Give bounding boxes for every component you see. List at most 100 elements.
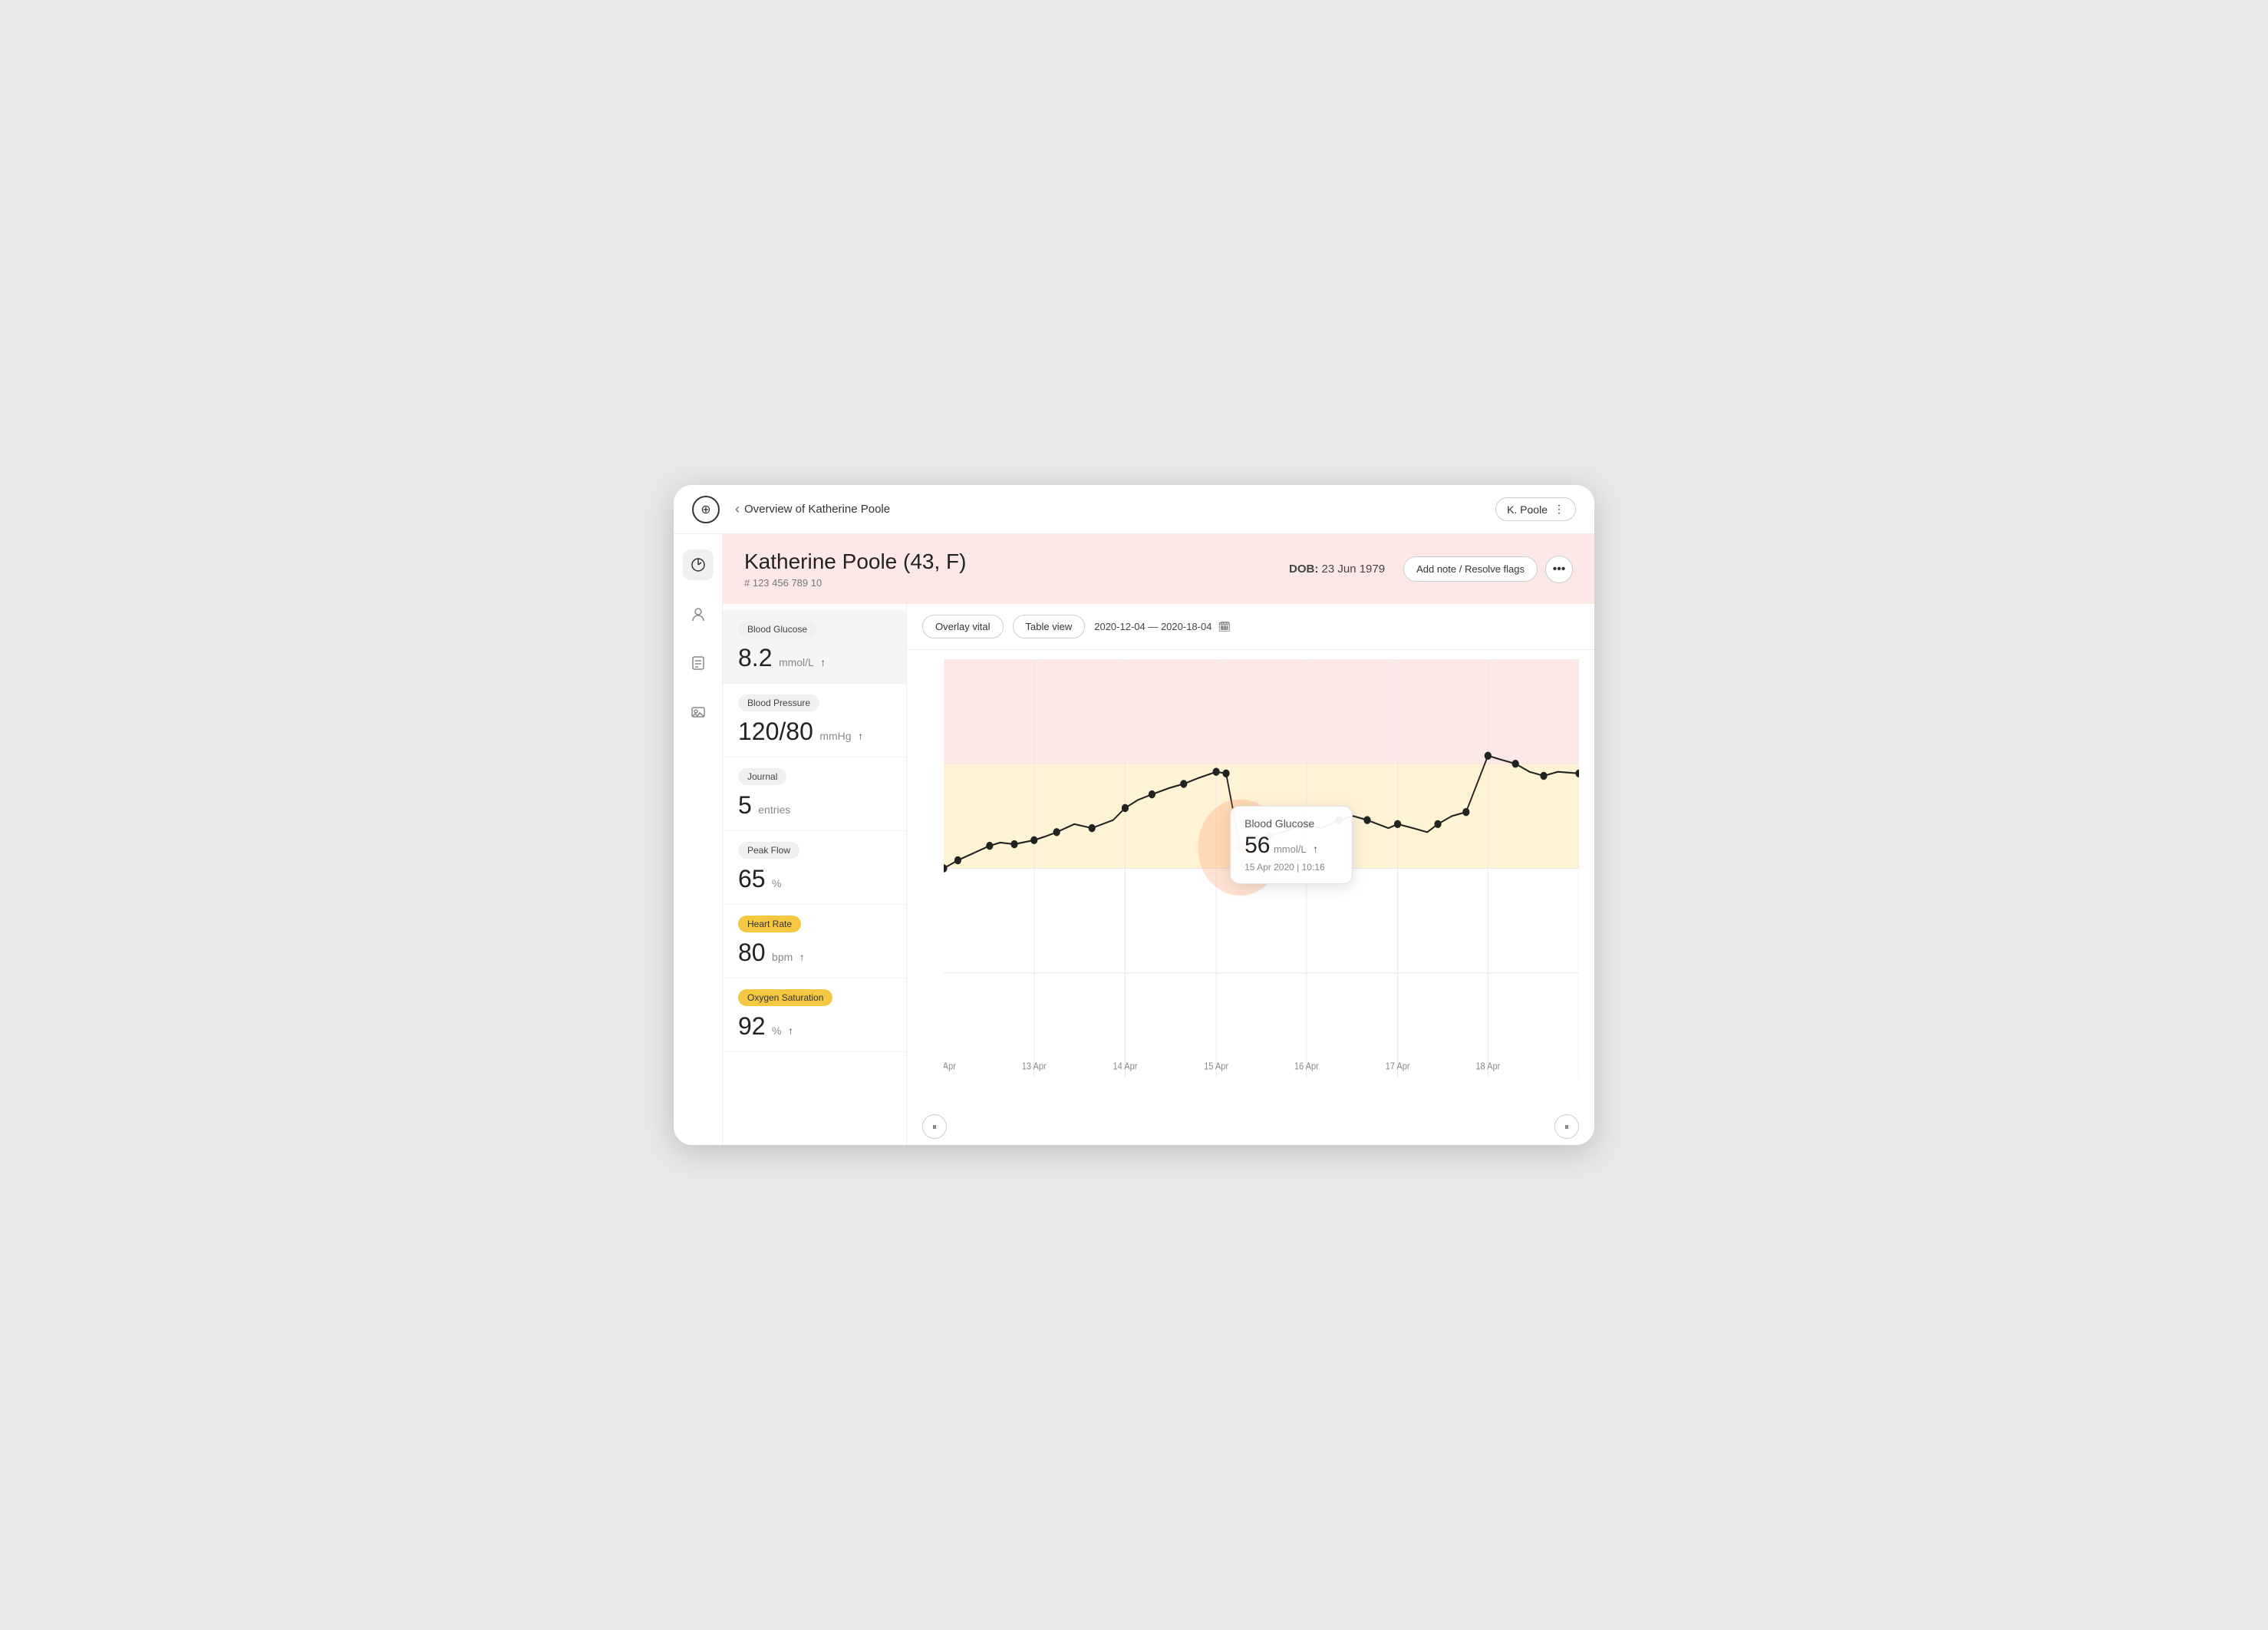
- metric-tag: Peak Flow: [738, 842, 799, 859]
- metric-item-heart-rate[interactable]: Heart Rate 80 bpm ↑: [723, 905, 906, 978]
- metric-value: 5: [738, 791, 752, 819]
- x-label-13apr: 13 Apr: [1022, 1061, 1047, 1072]
- chart-container: 100 75 50 25 12 Apr 13 Apr 14 Apr 15 Apr…: [907, 650, 1594, 1108]
- sidebar-icon-patient[interactable]: [683, 599, 714, 629]
- data-point: [1222, 770, 1229, 777]
- data-point: [1512, 760, 1519, 767]
- metric-item-oxygen-saturation[interactable]: Oxygen Saturation 92 % ↑: [723, 978, 906, 1052]
- metric-value: 65: [738, 865, 766, 893]
- back-label: Overview of Katherine Poole: [744, 503, 890, 516]
- metric-arrow: ↑: [799, 951, 805, 963]
- metric-value-row: 92 % ↑: [738, 1012, 891, 1041]
- data-point: [1213, 767, 1220, 775]
- metric-arrow: ↑: [820, 656, 826, 668]
- sidebar-icon-notes[interactable]: [683, 648, 714, 678]
- data-point: [954, 856, 961, 864]
- patient-id: # 123 456 789 10: [744, 577, 1289, 589]
- x-label-18apr: 18 Apr: [1475, 1061, 1500, 1072]
- user-menu-icon: ⋮: [1554, 503, 1564, 516]
- overlay-vital-button[interactable]: Overlay vital: [922, 615, 1004, 638]
- sidebar-icon-gallery[interactable]: [683, 697, 714, 728]
- patient-dob: DOB: 23 Jun 1979: [1289, 563, 1385, 576]
- metric-unit: bpm: [772, 951, 793, 963]
- x-label-12apr: 12 Apr: [944, 1061, 956, 1072]
- data-point: [1010, 840, 1017, 848]
- user-label: K. Poole: [1507, 503, 1548, 516]
- metric-value-row: 8.2 mmol/L ↑: [738, 644, 891, 672]
- calendar-icon[interactable]: 🗓: [1218, 621, 1231, 633]
- metric-value: 80: [738, 939, 766, 966]
- patient-name: Katherine Poole (43, F): [744, 549, 1289, 574]
- metric-tag: Blood Pressure: [738, 695, 819, 711]
- chart-toolbar: Overlay vital Table view 2020-12-04 — 20…: [907, 604, 1594, 650]
- data-point: [1122, 804, 1129, 812]
- red-zone: [944, 659, 1579, 764]
- x-label-15apr: 15 Apr: [1204, 1061, 1228, 1072]
- tooltip-dot: [1235, 841, 1246, 854]
- metric-item-blood-pressure[interactable]: Blood Pressure 120/80 mmHg ↑: [723, 684, 906, 757]
- user-menu[interactable]: K. Poole ⋮: [1495, 497, 1576, 521]
- metric-item-peak-flow[interactable]: Peak Flow 65 %: [723, 831, 906, 905]
- metric-unit: %: [772, 877, 781, 889]
- data-point: [1540, 772, 1547, 780]
- chart-svg: 100 75 50 25 12 Apr 13 Apr 14 Apr 15 Apr…: [944, 659, 1579, 1077]
- main-layout: Katherine Poole (43, F) # 123 456 789 10…: [674, 534, 1594, 1145]
- lower-area: Blood Glucose 8.2 mmol/L ↑ Blood Pressur…: [723, 604, 1594, 1145]
- metric-value-row: 80 bpm ↑: [738, 939, 891, 967]
- metric-tag: Blood Glucose: [738, 621, 816, 638]
- data-point: [1462, 808, 1469, 816]
- app-logo: ⊕: [692, 496, 720, 523]
- metric-tag: Oxygen Saturation: [738, 989, 832, 1006]
- back-button[interactable]: ‹ Overview of Katherine Poole: [735, 501, 890, 517]
- content-area: Katherine Poole (43, F) # 123 456 789 10…: [723, 534, 1594, 1145]
- x-label-17apr: 17 Apr: [1386, 1061, 1410, 1072]
- metric-value: 120/80: [738, 718, 813, 745]
- more-options-button[interactable]: •••: [1545, 556, 1573, 583]
- data-point: [1303, 820, 1310, 828]
- pause-left-button[interactable]: ⏸: [922, 1114, 947, 1139]
- metric-tag: Heart Rate: [738, 916, 801, 932]
- patient-header: Katherine Poole (43, F) # 123 456 789 10…: [723, 534, 1594, 604]
- metric-value-row: 65 %: [738, 865, 891, 893]
- pause-right-button[interactable]: ⏸: [1554, 1114, 1579, 1139]
- metric-value-row: 120/80 mmHg ↑: [738, 718, 891, 746]
- sidebar-icon-dashboard[interactable]: [683, 549, 714, 580]
- data-point: [1053, 828, 1060, 836]
- metric-unit: mmol/L: [779, 656, 814, 668]
- data-point: [1434, 820, 1441, 828]
- dob-label: DOB:: [1289, 563, 1318, 576]
- data-point: [1149, 790, 1155, 798]
- table-view-button[interactable]: Table view: [1013, 615, 1086, 638]
- data-point: [1394, 820, 1401, 828]
- metric-value-row: 5 entries: [738, 791, 891, 820]
- patient-actions: Add note / Resolve flags •••: [1403, 556, 1573, 583]
- data-point: [1180, 780, 1187, 787]
- x-label-14apr: 14 Apr: [1113, 1061, 1137, 1072]
- data-point: [1336, 816, 1343, 823]
- metrics-sidebar: Blood Glucose 8.2 mmol/L ↑ Blood Pressur…: [723, 604, 907, 1145]
- metric-unit: entries: [758, 803, 790, 816]
- metric-value: 8.2: [738, 644, 772, 671]
- date-range: 2020-12-04 — 2020-18-04 🗓: [1094, 621, 1231, 633]
- metric-arrow: ↑: [858, 730, 863, 742]
- chart-bottom: ⏸ ⏸: [907, 1108, 1594, 1145]
- metric-unit: %: [772, 1025, 781, 1037]
- x-label-16apr: 16 Apr: [1294, 1061, 1319, 1072]
- dob-value: 23 Jun 1979: [1322, 563, 1386, 576]
- top-nav: ⊕ ‹ Overview of Katherine Poole K. Poole…: [674, 485, 1594, 534]
- chevron-left-icon: ‹: [735, 501, 740, 517]
- data-point: [986, 842, 993, 850]
- data-point: [1363, 816, 1370, 823]
- metric-unit: mmHg: [819, 730, 851, 742]
- metric-tag: Journal: [738, 768, 786, 785]
- patient-info: Katherine Poole (43, F) # 123 456 789 10: [744, 549, 1289, 589]
- icon-sidebar: [674, 534, 723, 1145]
- data-point: [1485, 752, 1492, 760]
- chart-area: Overlay vital Table view 2020-12-04 — 20…: [907, 604, 1594, 1145]
- date-range-text: 2020-12-04 — 2020-18-04: [1094, 621, 1211, 632]
- metric-item-blood-glucose[interactable]: Blood Glucose 8.2 mmol/L ↑: [723, 610, 906, 684]
- add-note-button[interactable]: Add note / Resolve flags: [1403, 556, 1538, 582]
- data-point: [1030, 836, 1037, 844]
- metric-arrow: ↑: [788, 1025, 793, 1037]
- metric-item-journal[interactable]: Journal 5 entries: [723, 757, 906, 831]
